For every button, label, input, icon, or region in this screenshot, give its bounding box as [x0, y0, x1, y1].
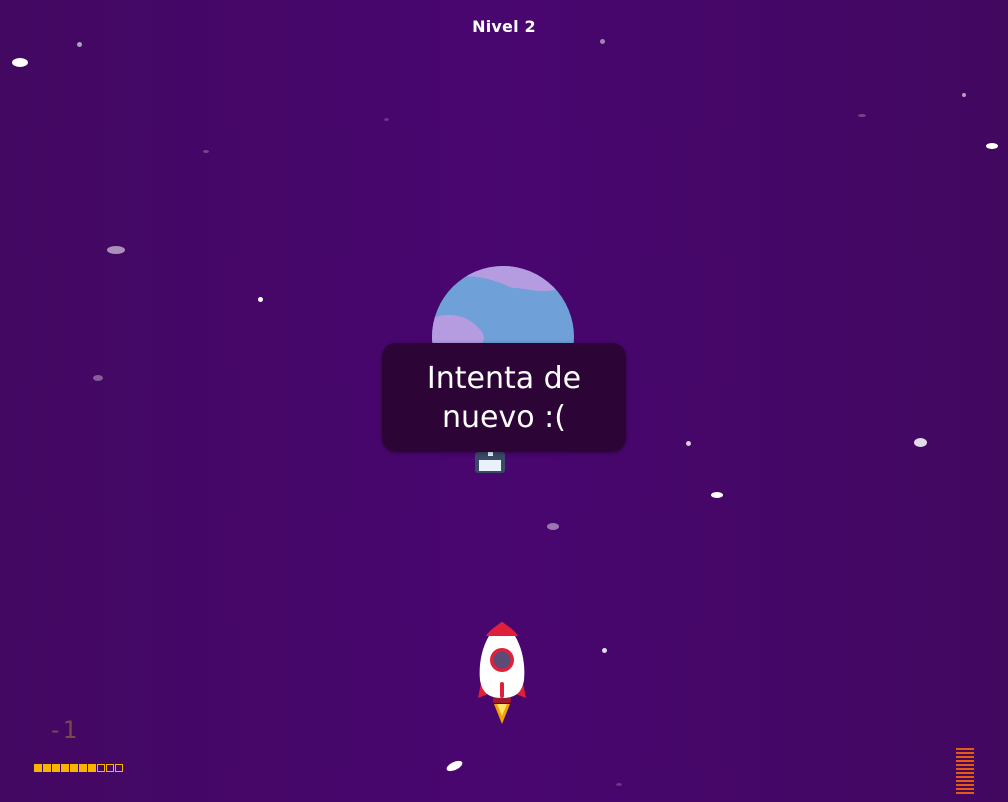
star [12, 58, 28, 67]
gauge-bar [956, 780, 974, 782]
progress-cell-filled [61, 764, 69, 772]
star [600, 39, 605, 44]
star [962, 93, 966, 97]
gauge-bar [956, 784, 974, 786]
window-box-icon [474, 450, 506, 474]
progress-cell-empty [106, 764, 114, 772]
retry-message-dialog: Intenta de nuevo :( [382, 343, 626, 452]
star [711, 492, 723, 498]
level-label: Nivel 2 [472, 17, 536, 36]
gauge-bar [956, 748, 974, 750]
gauge-bar [956, 772, 974, 774]
star [602, 648, 607, 653]
retry-message-text: Intenta de nuevo :( [426, 360, 582, 435]
star [203, 150, 209, 153]
star [858, 114, 866, 117]
progress-meter [34, 764, 123, 772]
gauge-bar [956, 752, 974, 754]
gauge-bar [956, 764, 974, 766]
energy-gauge [956, 748, 974, 794]
gauge-bar [956, 768, 974, 770]
progress-cell-empty [97, 764, 105, 772]
star [384, 118, 389, 121]
star [77, 42, 82, 47]
progress-cell-filled [79, 764, 87, 772]
star [258, 297, 263, 302]
gauge-bar [956, 788, 974, 790]
gauge-bar [956, 792, 974, 794]
star [914, 438, 927, 447]
gauge-bar [956, 776, 974, 778]
progress-cell-filled [34, 764, 42, 772]
progress-cell-empty [115, 764, 123, 772]
star [445, 758, 464, 774]
score-counter: -1 [48, 716, 77, 744]
rocket-icon[interactable] [474, 620, 530, 726]
star [107, 246, 125, 254]
gauge-bar [956, 756, 974, 758]
progress-cell-filled [70, 764, 78, 772]
gauge-bar [956, 760, 974, 762]
progress-cell-filled [43, 764, 51, 772]
progress-cell-filled [52, 764, 60, 772]
star [93, 375, 103, 381]
star [686, 441, 691, 446]
star [616, 783, 622, 786]
star [547, 523, 559, 530]
star [986, 143, 998, 149]
progress-cell-filled [88, 764, 96, 772]
